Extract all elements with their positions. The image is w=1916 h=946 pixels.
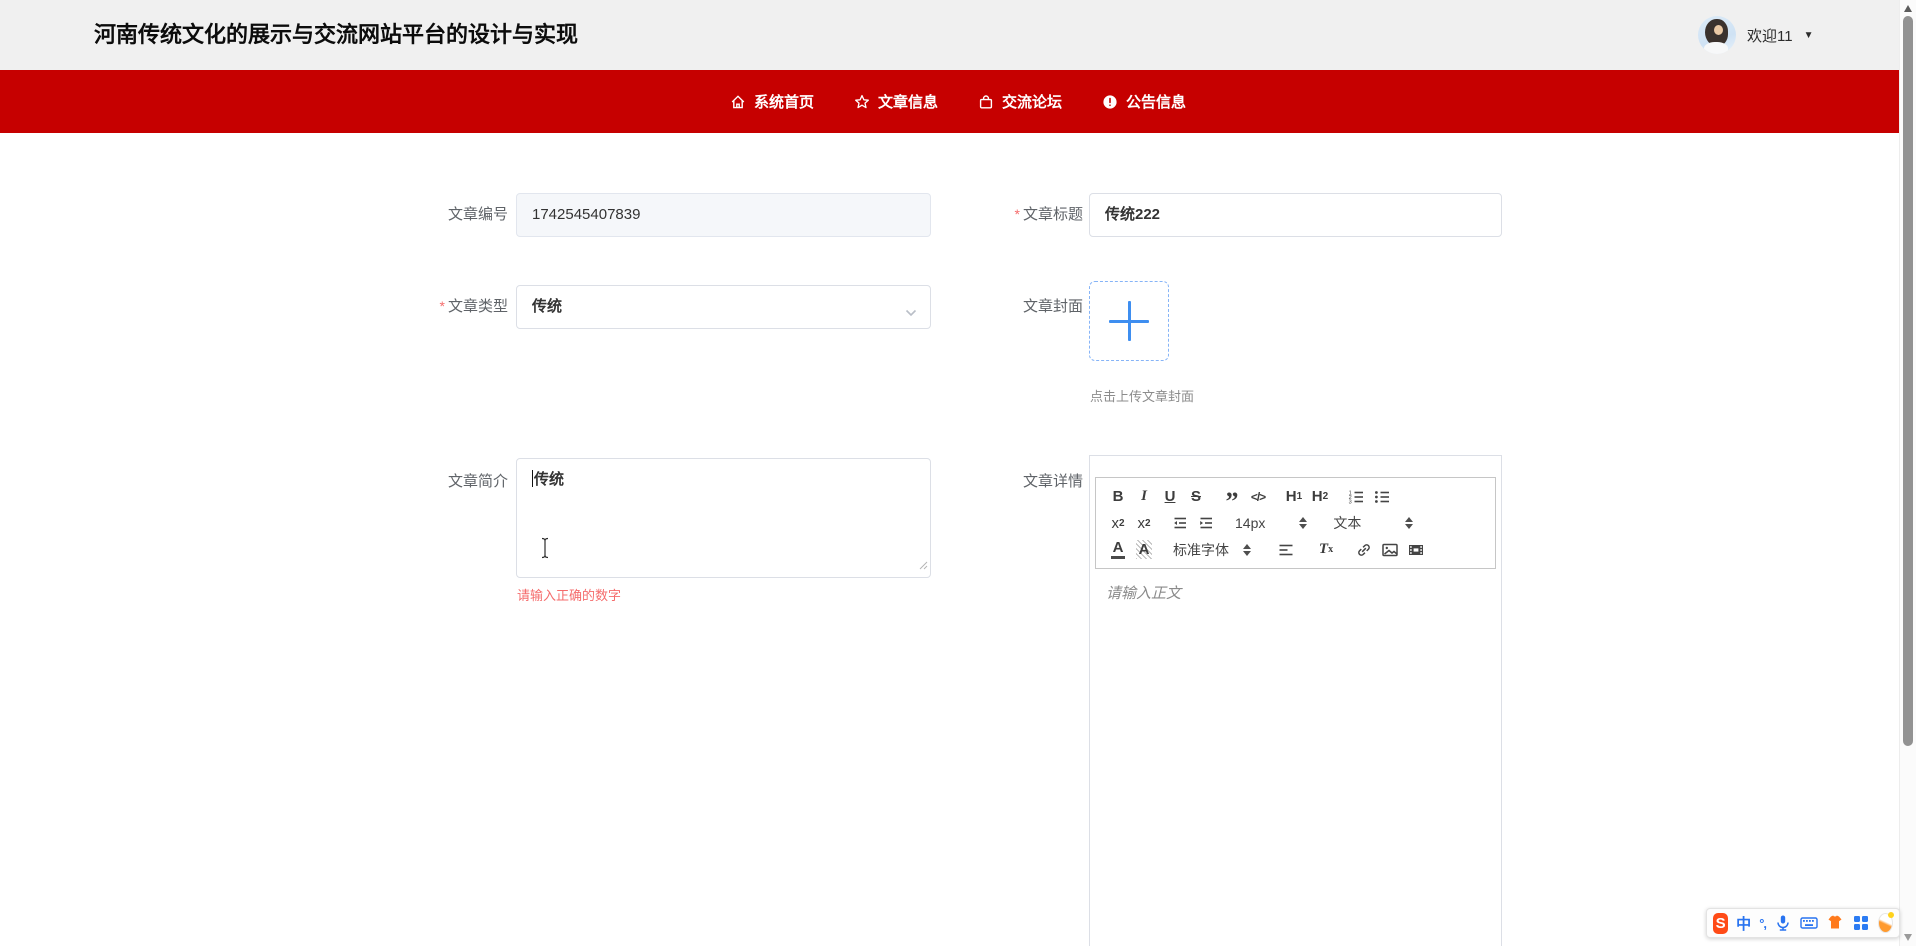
nav-item-articles[interactable]: 文章信息 xyxy=(854,91,938,112)
heading2-button[interactable]: H2 xyxy=(1307,485,1333,509)
picker-arrows-icon xyxy=(1243,543,1251,556)
page: 河南传统文化的展示与交流网站平台的设计与实现 欢迎11 ▼ 系统首页 文章信息 … xyxy=(0,0,1916,946)
info-icon xyxy=(1102,94,1118,110)
toolbar-row-1: B I U S ” </> H1 H2 1 2 3 xyxy=(1105,483,1486,514)
ime-language-mode[interactable]: 中 xyxy=(1736,913,1751,934)
picker-arrows-icon xyxy=(1405,517,1414,530)
italic-button[interactable]: I xyxy=(1131,485,1157,509)
nav-item-label: 系统首页 xyxy=(753,94,814,111)
home-icon xyxy=(730,94,746,110)
nav-item-announcements[interactable]: 公告信息 xyxy=(1102,91,1186,112)
nav-item-label: 交流论坛 xyxy=(1002,94,1063,111)
text-cursor-icon xyxy=(539,537,551,564)
article-id-input[interactable]: 1742545407839 xyxy=(516,193,931,237)
welcome-text: 欢迎11 xyxy=(1747,27,1793,45)
text-caret xyxy=(532,470,533,487)
toolbar-row-2: x2 x2 14px 文本 xyxy=(1105,510,1486,537)
picker-arrows-icon xyxy=(1299,517,1308,530)
indent-button[interactable] xyxy=(1193,511,1219,535)
page-title: 河南传统文化的展示与交流网站平台的设计与实现 xyxy=(94,22,579,47)
user-menu[interactable]: 欢迎11 ▼ xyxy=(1698,0,1813,70)
code-block-button[interactable]: </> xyxy=(1245,485,1271,509)
cover-upload-hint: 点击上传文章封面 xyxy=(1090,389,1195,404)
blockquote-button[interactable]: ” xyxy=(1219,480,1245,514)
editor-content-area[interactable]: 请输入正文 xyxy=(1091,570,1500,946)
avatar[interactable] xyxy=(1698,16,1736,54)
image-button[interactable] xyxy=(1377,538,1403,562)
superscript-button[interactable]: x2 xyxy=(1131,511,1157,535)
outdent-button[interactable] xyxy=(1167,511,1193,535)
main-nav: 系统首页 文章信息 交流论坛 公告信息 xyxy=(0,70,1916,133)
ordered-list-button[interactable]: 1 2 3 xyxy=(1343,485,1369,509)
article-type-select[interactable]: 传统 xyxy=(516,285,931,329)
nav-item-forum[interactable]: 交流论坛 xyxy=(978,91,1062,112)
article-cover-label: 文章封面 xyxy=(1022,298,1083,315)
article-intro-value: 传统 xyxy=(532,470,565,488)
article-title-input[interactable]: 传统222 xyxy=(1089,193,1502,237)
required-asterisk: * xyxy=(1014,206,1020,222)
article-id-value: 1742545407839 xyxy=(532,206,641,223)
resize-handle-icon[interactable] xyxy=(919,557,928,575)
subscript-button[interactable]: x2 xyxy=(1105,511,1131,535)
align-button[interactable] xyxy=(1273,538,1299,562)
article-type-value: 传统 xyxy=(532,298,563,315)
ime-logo-icon[interactable]: S xyxy=(1713,912,1729,934)
editor-toolbar: B I U S ” </> H1 H2 1 2 3 x 2 x 2 14px 文… xyxy=(1095,477,1496,569)
text-color-button[interactable]: A xyxy=(1105,538,1131,562)
bold-button[interactable]: B xyxy=(1105,485,1131,509)
scroll-down-arrow-icon[interactable] xyxy=(1904,934,1912,941)
article-id-label: 文章编号 xyxy=(447,206,508,223)
keyboard-icon[interactable] xyxy=(1800,914,1818,932)
bag-icon xyxy=(978,94,994,110)
editor-placeholder: 请输入正文 xyxy=(1106,585,1182,602)
article-title-value: 传统222 xyxy=(1105,206,1161,223)
header-bar: 河南传统文化的展示与交流网站平台的设计与实现 欢迎11 ▼ xyxy=(0,0,1916,70)
article-intro-textarea[interactable]: 传统 xyxy=(516,458,931,578)
article-intro-label: 文章简介 xyxy=(447,473,508,490)
nav-item-label: 文章信息 xyxy=(877,94,938,111)
dropdown-arrow-icon: ▼ xyxy=(1803,29,1814,41)
toolbox-grid-icon[interactable] xyxy=(1852,914,1870,932)
intro-error-message: 请输入正确的数字 xyxy=(517,588,622,603)
page-scrollbar[interactable] xyxy=(1899,0,1916,946)
cover-upload-button[interactable] xyxy=(1089,281,1169,361)
article-type-label: * 文章类型 xyxy=(439,298,508,315)
underline-button[interactable]: U xyxy=(1157,485,1183,509)
ime-punctuation-icon[interactable]: °, xyxy=(1759,916,1767,931)
scroll-up-arrow-icon[interactable] xyxy=(1904,5,1912,12)
header-picker[interactable]: 文本 xyxy=(1333,513,1414,533)
link-button[interactable] xyxy=(1351,538,1377,562)
skin-shirt-icon[interactable] xyxy=(1826,914,1844,932)
background-color-button[interactable]: A xyxy=(1131,538,1157,562)
bullet-list-button[interactable] xyxy=(1369,485,1395,509)
rich-text-editor: B I U S ” </> H1 H2 1 2 3 x 2 x 2 14px 文… xyxy=(1089,455,1502,946)
chevron-down-icon xyxy=(905,304,917,322)
nav-item-home[interactable]: 系统首页 xyxy=(730,91,814,112)
article-detail-label: 文章详情 xyxy=(1022,473,1083,490)
nav-item-label: 公告信息 xyxy=(1126,94,1187,111)
strikethrough-button[interactable]: S xyxy=(1183,485,1209,509)
required-asterisk: * xyxy=(439,298,445,314)
ime-toolbar: S 中 °, xyxy=(1706,908,1900,938)
star-icon xyxy=(854,94,870,110)
microphone-icon[interactable] xyxy=(1774,914,1792,932)
emoji-ball-icon[interactable] xyxy=(1878,912,1894,933)
heading1-button[interactable]: H1 xyxy=(1281,485,1307,509)
svg-text:3: 3 xyxy=(1349,499,1352,505)
toolbar-row-3: A A 标准字体 T x xyxy=(1105,537,1486,564)
font-picker[interactable]: 标准字体 xyxy=(1173,540,1251,560)
scrollbar-thumb[interactable] xyxy=(1903,16,1913,746)
size-picker[interactable]: 14px xyxy=(1235,515,1308,531)
article-title-label: * 文章标题 xyxy=(1014,206,1083,223)
video-button[interactable] xyxy=(1403,538,1429,562)
clean-format-button[interactable]: Tx xyxy=(1313,538,1339,562)
